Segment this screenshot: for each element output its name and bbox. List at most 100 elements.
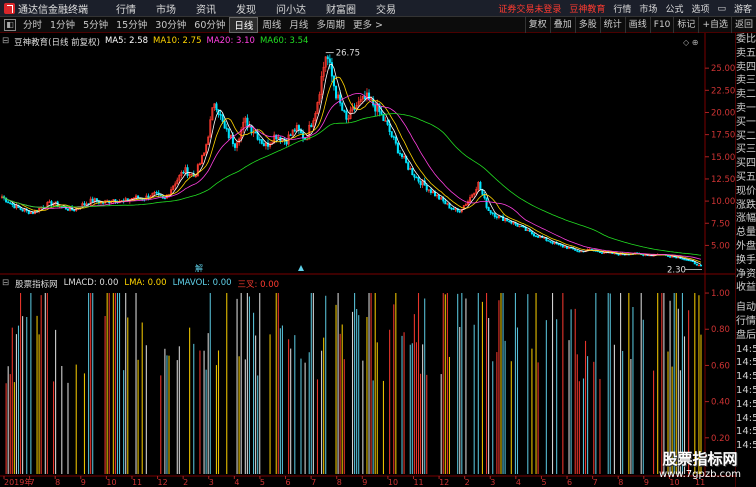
candle-body bbox=[506, 218, 509, 222]
quote-field: 14:56 bbox=[736, 426, 756, 438]
candle-body bbox=[578, 250, 581, 253]
candle-body bbox=[452, 208, 455, 210]
y-tick-label: 0.80 bbox=[711, 325, 730, 335]
candle-body bbox=[66, 208, 70, 211]
candle-body bbox=[695, 263, 698, 266]
candle-body bbox=[341, 102, 344, 111]
candle-body bbox=[396, 142, 399, 154]
candle-body bbox=[549, 240, 552, 243]
candle-body bbox=[576, 250, 579, 252]
quote-field: 行情 bbox=[736, 315, 756, 327]
x-tick-label: 2019年 bbox=[4, 477, 32, 487]
quote-field: 涨跌 bbox=[736, 199, 756, 211]
candle-body bbox=[532, 233, 536, 237]
candle-body bbox=[339, 94, 342, 104]
indicator-settings-icon[interactable]: ⊟ bbox=[2, 278, 9, 290]
chart-area: 5.007.5010.0012.5015.0017.5020.0022.5025… bbox=[0, 33, 735, 487]
candle-body bbox=[479, 182, 482, 190]
quote-panel: 委比 卖五 卖四 卖三 卖二 卖一 买一 买二 买三 买四 买五 现价 涨跌 涨幅 总量 外盘 换手 净资 收益 自动… bbox=[735, 33, 756, 487]
watermark-url: www.7gpzb.com bbox=[659, 469, 741, 480]
candle-body bbox=[227, 128, 230, 139]
candle-body bbox=[386, 120, 389, 125]
x-tick-label: 8 bbox=[55, 478, 60, 487]
candle-body bbox=[293, 129, 296, 132]
y-tick-label: 12.50 bbox=[711, 175, 735, 185]
candle-body bbox=[510, 221, 513, 224]
x-tick-label: 6 bbox=[286, 478, 291, 487]
candle-body bbox=[411, 168, 414, 175]
x-tick-label: 10 bbox=[106, 478, 116, 487]
candle-body bbox=[328, 58, 331, 63]
y-tick-label: 10.00 bbox=[711, 197, 735, 207]
candle-body bbox=[258, 139, 261, 141]
candle-body bbox=[374, 104, 377, 112]
indicator-name[interactable]: 股票指标网 bbox=[15, 278, 58, 290]
candle-body bbox=[415, 176, 418, 179]
candle-body bbox=[669, 256, 672, 258]
x-tick-label: 12 bbox=[158, 478, 168, 487]
quote-field: 14:56 bbox=[736, 384, 756, 396]
candle-body bbox=[450, 207, 453, 210]
x-tick-label: 7 bbox=[311, 478, 316, 487]
candle-body bbox=[561, 244, 564, 248]
x-tick-label: 3 bbox=[209, 478, 214, 487]
candle-body bbox=[617, 253, 620, 256]
x-tick-label: 8 bbox=[618, 478, 623, 487]
candle-body bbox=[384, 120, 387, 122]
y-tick-label: 0.60 bbox=[711, 361, 730, 371]
candle-body bbox=[559, 244, 562, 246]
candle-body bbox=[186, 167, 189, 176]
candle-body bbox=[262, 143, 265, 147]
quote-field: 委比 bbox=[736, 34, 756, 45]
x-tick-label: 6 bbox=[567, 478, 572, 487]
candle-body bbox=[91, 198, 94, 203]
candle-body bbox=[598, 251, 601, 253]
quote-field: 总量 bbox=[736, 227, 756, 239]
candle-body bbox=[557, 243, 560, 246]
candle-body bbox=[535, 235, 538, 237]
candle-body bbox=[380, 111, 383, 115]
candle-body bbox=[388, 124, 391, 132]
candle-body bbox=[699, 264, 703, 267]
x-tick-label: 5 bbox=[260, 478, 265, 487]
candle-body bbox=[394, 136, 397, 144]
candle-body bbox=[335, 85, 338, 99]
candle-body bbox=[310, 124, 313, 128]
candle-body bbox=[520, 225, 523, 228]
x-tick-label: 4 bbox=[234, 478, 239, 487]
quote-field: 自动 bbox=[736, 302, 756, 314]
candle-body bbox=[368, 92, 371, 100]
y-tick-label: 5.00 bbox=[711, 241, 730, 251]
watermark-title: 股票指标网 bbox=[662, 450, 738, 468]
quote-field: 换手 bbox=[736, 254, 756, 266]
quote-field: 买三 bbox=[736, 144, 756, 156]
candle-body bbox=[345, 111, 348, 120]
candle-body bbox=[215, 103, 218, 110]
quote-field: 14:56 bbox=[736, 412, 756, 424]
candle-body bbox=[491, 212, 494, 215]
candle-body bbox=[9, 202, 12, 204]
candle-body bbox=[485, 197, 488, 208]
candle-body bbox=[233, 143, 237, 148]
candle-body bbox=[687, 259, 690, 262]
y-tick-label: 0.40 bbox=[711, 398, 730, 408]
x-tick-label: 2 bbox=[465, 478, 470, 487]
candle-body bbox=[392, 136, 395, 138]
candle-body bbox=[398, 152, 401, 155]
quote-field: 现价 bbox=[736, 185, 756, 197]
candle-body bbox=[489, 210, 492, 214]
quote-field: 买二 bbox=[736, 130, 756, 142]
indicator-legend: ⊟ 股票指标网 LMACD: 0.00 LMA: 0.00 LMAVOL: 0.… bbox=[2, 278, 279, 290]
ma10-line bbox=[1, 76, 702, 263]
candle-body bbox=[458, 211, 461, 213]
low-price-label: 2.30 bbox=[667, 265, 686, 275]
y-tick-label: 1.00 bbox=[711, 289, 730, 299]
quote-field: 14:56 bbox=[736, 357, 756, 369]
candle-body bbox=[508, 220, 511, 223]
quote-field: 卖五 bbox=[736, 47, 756, 59]
y-tick-label: 17.50 bbox=[711, 131, 735, 141]
candle-body bbox=[683, 258, 686, 261]
candle-body bbox=[19, 207, 22, 210]
candle-body bbox=[332, 75, 335, 87]
quote-field: 外盘 bbox=[736, 240, 756, 252]
